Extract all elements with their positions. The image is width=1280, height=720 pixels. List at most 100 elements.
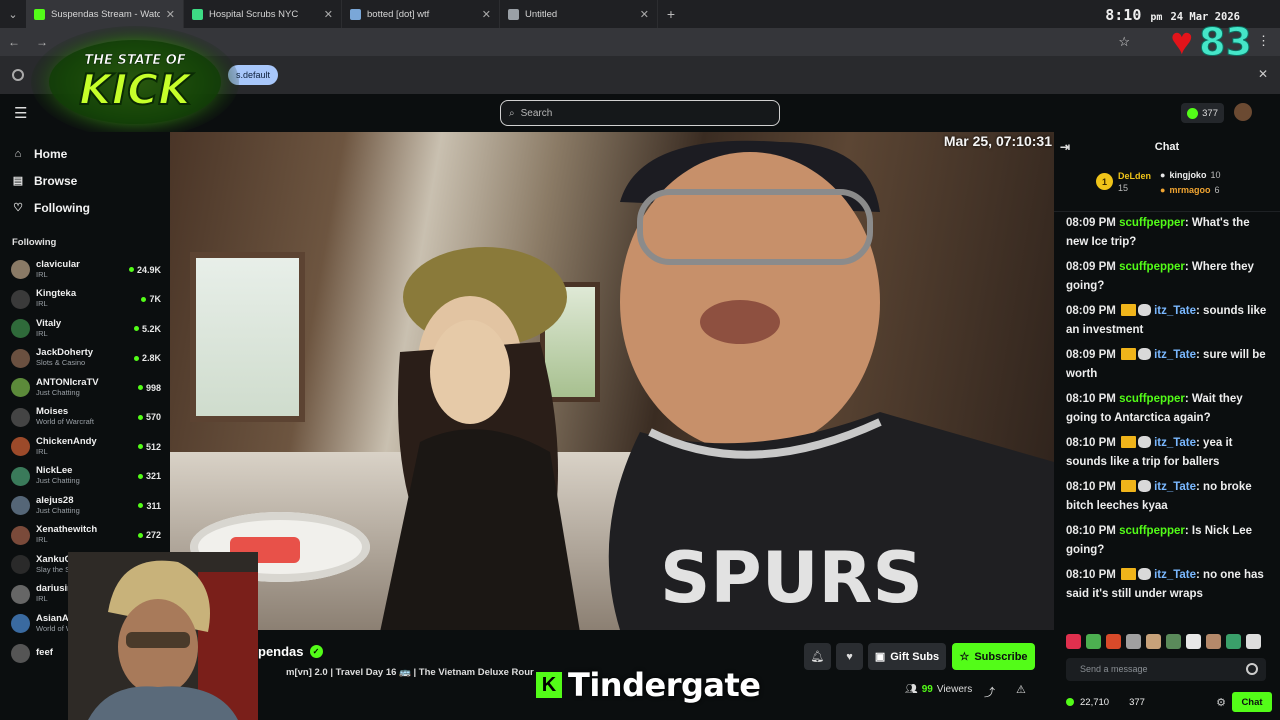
leaderboard-third[interactable]: ● mrmagoo 6 bbox=[1160, 183, 1220, 198]
channel-name: NickLee bbox=[36, 466, 73, 477]
channel-viewer-count: 570 bbox=[145, 412, 161, 423]
message-username[interactable]: itz_Tate bbox=[1154, 481, 1196, 493]
collapse-chat-icon[interactable]: ⇥ bbox=[1060, 140, 1070, 154]
message-username[interactable]: scuffpepper bbox=[1119, 261, 1185, 273]
following-channel[interactable]: Moises World of Warcraft 570 bbox=[0, 403, 170, 433]
channel-category: IRL bbox=[36, 299, 48, 309]
viewer-count: 👥︎ 99 Viewers bbox=[905, 684, 972, 695]
bookmark-star-icon[interactable]: ☆ bbox=[1118, 34, 1130, 50]
channel-viewer-count: 321 bbox=[145, 471, 161, 482]
video-player[interactable]: SPURS Mar 25, 07:10:31 bbox=[170, 132, 1054, 630]
hamburger-menu-icon[interactable]: ☰ bbox=[14, 104, 27, 122]
subscribe-button[interactable]: ☆ Subscribe bbox=[952, 643, 1035, 670]
emoji-picker-icon[interactable] bbox=[1246, 663, 1258, 675]
heart-icon: ♡ bbox=[13, 202, 23, 214]
emote-icon[interactable] bbox=[1066, 634, 1081, 649]
chat-input[interactable]: Send a message bbox=[1066, 658, 1266, 681]
browser-menu-icon[interactable]: ⋮ bbox=[1257, 33, 1270, 49]
share-icon[interactable]: ⤴ bbox=[984, 684, 995, 700]
leaderboard-first-name: DeLden bbox=[1118, 171, 1152, 181]
following-channel[interactable]: clavicular IRL 24.9K bbox=[0, 255, 170, 285]
following-channel[interactable]: JackDoherty Slots & Casino 2.8K bbox=[0, 344, 170, 374]
emote-icon[interactable] bbox=[1106, 634, 1121, 649]
chat-settings-gear-icon[interactable]: ⚙ bbox=[1216, 696, 1226, 709]
emote-icon[interactable] bbox=[1146, 634, 1161, 649]
channel-viewer-count: 7K bbox=[149, 294, 161, 305]
channel-category: Slots & Casino bbox=[36, 358, 86, 368]
tab-label: botted [dot] wtf bbox=[367, 8, 430, 20]
leaderboard-second[interactable]: ● kingjoko 10 bbox=[1160, 168, 1220, 183]
live-dot-icon bbox=[133, 326, 139, 332]
following-channel[interactable]: Vitaly IRL 5.2K bbox=[0, 314, 170, 344]
emote-bar bbox=[1066, 634, 1261, 649]
tab-close-icon[interactable]: ✕ bbox=[324, 8, 333, 21]
channel-category: IRL bbox=[36, 269, 48, 279]
live-dot-icon bbox=[141, 296, 147, 302]
tab-search-icon[interactable]: ⌄ bbox=[0, 0, 26, 28]
channel-name: ChickenAndy bbox=[36, 436, 97, 447]
following-channel[interactable]: ANTONIcraTV Just Chatting 998 bbox=[0, 373, 170, 403]
caption-text: Tindergate bbox=[568, 666, 761, 704]
tab-close-icon[interactable]: ✕ bbox=[482, 8, 491, 21]
follow-heart-button[interactable]: ♥ bbox=[836, 643, 863, 670]
following-channel[interactable]: alejus28 Just Chatting 311 bbox=[0, 491, 170, 521]
emote-icon[interactable] bbox=[1126, 634, 1141, 649]
video-person-woman bbox=[380, 247, 580, 630]
close-info-bar-icon[interactable]: ✕ bbox=[1258, 67, 1268, 81]
following-channel[interactable]: NickLee Just Chatting 321 bbox=[0, 462, 170, 492]
report-icon[interactable]: ⚠ bbox=[1016, 683, 1026, 696]
following-channel[interactable]: Kingteka IRL 7K bbox=[0, 285, 170, 315]
channel-category: Just Chatting bbox=[36, 387, 80, 397]
sidebar-nav-browse[interactable]: ▤ Browse bbox=[0, 167, 170, 194]
user-avatar[interactable] bbox=[1234, 103, 1252, 121]
new-tab-button[interactable]: + bbox=[658, 6, 684, 22]
channel-viewers: 5.2K bbox=[133, 324, 161, 334]
star-icon: ☆ bbox=[959, 651, 970, 663]
kick-balance-badge[interactable]: 377 bbox=[1181, 103, 1224, 123]
leaderboard-first[interactable]: 1 DeLden 15 bbox=[1096, 170, 1151, 194]
emote-icon[interactable] bbox=[1226, 634, 1241, 649]
channel-viewer-count: 2.8K bbox=[141, 353, 161, 364]
emote-icon[interactable] bbox=[1246, 634, 1261, 649]
channel-name-text: pendas bbox=[258, 644, 304, 659]
channel-avatar bbox=[11, 525, 30, 545]
channel-points[interactable]: 22,710 bbox=[1080, 697, 1109, 708]
browser-tab[interactable]: botted [dot] wtf ✕ bbox=[342, 0, 500, 28]
notification-bell-button[interactable]: 🔔︎ bbox=[804, 643, 831, 670]
message-username[interactable]: itz_Tate bbox=[1154, 437, 1196, 449]
chat-message: 08:10 PM itz_Tate: no broke bitch leeche… bbox=[1066, 478, 1270, 515]
crown-badge-icon bbox=[1121, 480, 1137, 492]
search-input[interactable]: ⌕ Search bbox=[500, 100, 780, 126]
sidebar-nav-following[interactable]: ♡ Following bbox=[0, 194, 170, 221]
back-icon[interactable]: ← bbox=[0, 35, 28, 49]
browser-tab[interactable]: Untitled ✕ bbox=[500, 0, 658, 28]
send-chat-button[interactable]: Chat bbox=[1232, 692, 1272, 712]
footer-balance[interactable]: 377 bbox=[1129, 697, 1145, 708]
chat-message: 08:10 PM itz_Tate: yea it sounds like a … bbox=[1066, 434, 1270, 471]
channel-name: Vitaly bbox=[36, 318, 62, 329]
emote-icon[interactable] bbox=[1206, 634, 1221, 649]
message-username[interactable]: scuffpepper bbox=[1119, 393, 1185, 405]
sidebar-nav-home[interactable]: ⌂ Home bbox=[0, 140, 170, 167]
message-time: 08:09 PM bbox=[1066, 349, 1116, 361]
channel-name: Xenathewitch bbox=[36, 525, 98, 536]
emote-icon[interactable] bbox=[1086, 634, 1101, 649]
channel-avatar bbox=[11, 466, 30, 486]
tab-close-icon[interactable]: ✕ bbox=[640, 8, 649, 21]
tab-close-icon[interactable]: ✕ bbox=[166, 8, 175, 21]
following-channel[interactable]: ChickenAndy IRL 512 bbox=[0, 432, 170, 462]
emote-icon[interactable] bbox=[1186, 634, 1201, 649]
channel-name[interactable]: pendas ✓ bbox=[258, 644, 323, 659]
message-username[interactable]: scuffpepper bbox=[1119, 525, 1185, 537]
message-username[interactable]: itz_Tate bbox=[1154, 349, 1196, 361]
following-channel[interactable]: Xenathewitch IRL 272 bbox=[0, 521, 170, 551]
chat-panel: ⇥ Chat 1 DeLden 15 ● kingjoko 10 ● mrmag… bbox=[1054, 132, 1280, 720]
bell-icon: 🔔︎ bbox=[810, 651, 825, 663]
heart-outline-icon: ♥ bbox=[846, 650, 853, 663]
message-username[interactable]: itz_Tate bbox=[1154, 305, 1196, 317]
channel-meta: Xenathewitch IRL bbox=[36, 525, 132, 545]
message-username[interactable]: scuffpepper bbox=[1119, 217, 1185, 229]
gift-subs-button[interactable]: ▣ Gift Subs bbox=[868, 643, 946, 670]
message-username[interactable]: itz_Tate bbox=[1154, 569, 1196, 581]
emote-icon[interactable] bbox=[1166, 634, 1181, 649]
